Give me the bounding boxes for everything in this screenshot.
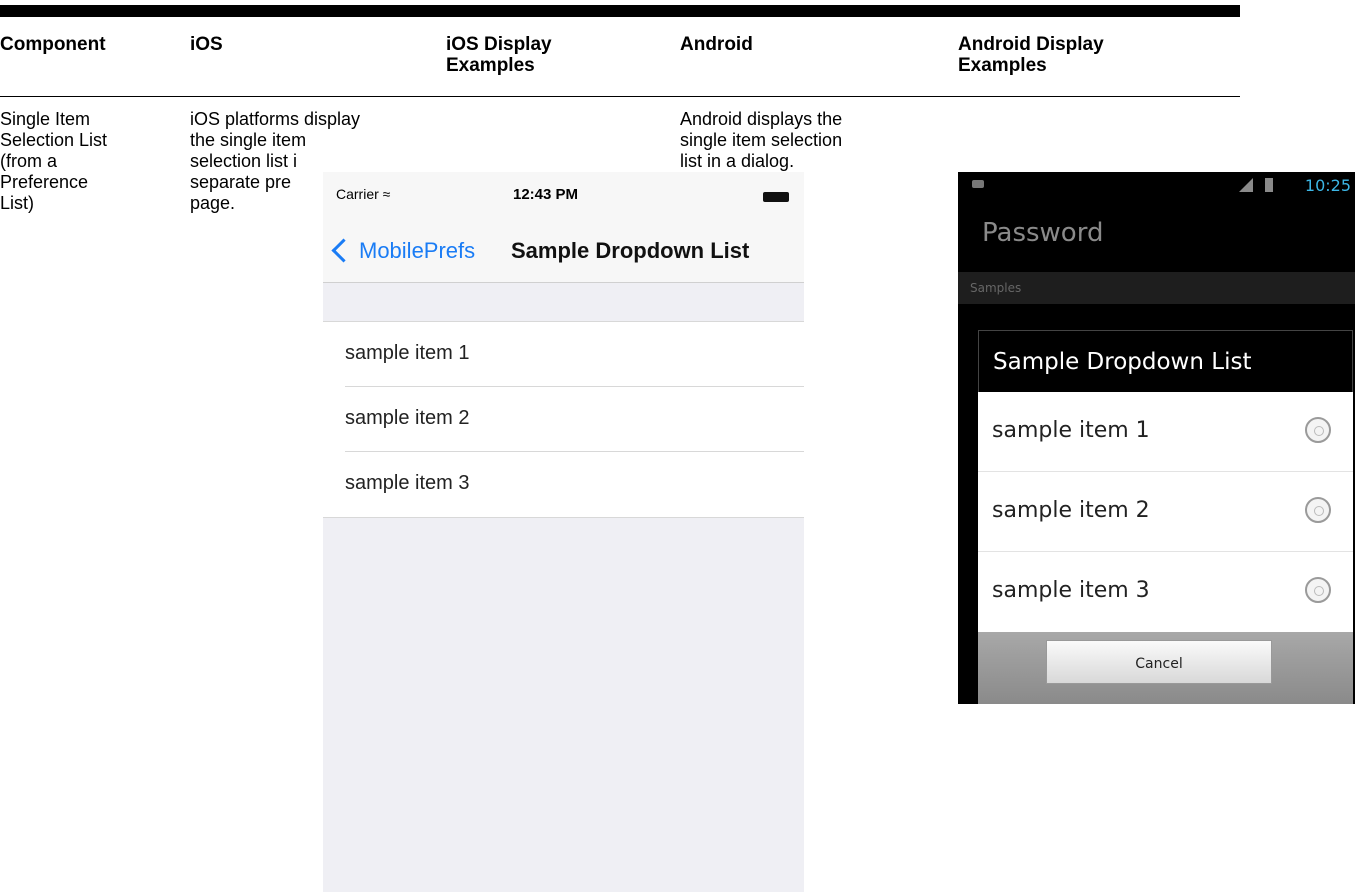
radio-button-icon[interactable] [1305,577,1331,603]
ios-screenshot: Carrier ≈ 12:43 PM MobilePrefs Sample Dr… [323,172,804,892]
header-component: Component [0,34,106,55]
ios-list-item-label: sample item 3 [345,472,470,494]
ios-description-line: the single item [190,130,307,150]
android-dialog-list: sample item 1 sample item 2 sample item … [978,392,1353,632]
header-ios-examples-text: iOS Display Examples [446,34,552,76]
signal-icon [1239,178,1253,192]
battery-icon [1265,178,1273,192]
component-line: List) [0,193,35,213]
cancel-button-label: Cancel [1135,656,1183,672]
android-dialog-footer: Cancel [978,632,1353,704]
ios-list-item[interactable]: sample item 2 [323,387,804,452]
android-section-header: Samples [958,272,1355,304]
android-list-item-label: sample item 2 [992,498,1150,523]
wifi-icon: ≈ [382,186,391,202]
android-dialog-title-bar: Sample Dropdown List [978,330,1353,392]
component-line: Preference [0,172,89,192]
header-rule [0,96,1240,97]
component-line: (from a [0,151,58,171]
radio-button-icon[interactable] [1305,417,1331,443]
android-app-title: Password [982,218,1104,248]
top-rule [0,5,1240,17]
android-list-item-label: sample item 1 [992,418,1150,443]
ios-page-title: Sample Dropdown List [511,238,750,263]
header-android-examples-text: Android Display Examples [958,34,1104,76]
header-ios-examples: iOS Display Examples [446,34,552,76]
android-dialog: Sample Dropdown List sample item 1 sampl… [978,330,1353,704]
android-section-label: Samples [970,281,1022,295]
ios-carrier: Carrier ≈ [336,186,391,202]
ios-description-line: iOS platforms display [190,109,361,129]
android-list-item[interactable]: sample item 3 [978,552,1353,632]
component-cell: Single Item Selection List (from a Prefe… [0,109,107,214]
cancel-button[interactable]: Cancel [1046,640,1272,684]
ios-list-item-label: sample item 1 [345,342,470,364]
header-android-examples: Android Display Examples [958,34,1104,76]
ios-description-line: selection list i [190,151,298,171]
ios-back-button[interactable]: MobilePrefs [359,238,475,264]
ios-list-item[interactable]: sample item 3 [323,452,804,517]
android-list-item[interactable]: sample item 2 [978,472,1353,552]
android-description-line: list in a dialog. [680,151,795,171]
android-screenshot: 10:25 Password Samples Sample Dropdown L… [958,172,1355,704]
ios-list-item[interactable]: sample item 1 [323,322,804,387]
android-list-item[interactable]: sample item 1 [978,392,1353,472]
android-dialog-title: Sample Dropdown List [993,349,1252,375]
android-time: 10:25 [1304,176,1351,195]
android-description-line: single item selection [680,130,843,150]
radio-button-icon[interactable] [1305,497,1331,523]
component-line: Single Item [0,109,91,129]
android-description-cell: Android displays the single item selecti… [680,109,842,172]
android-description-line: Android displays the [680,109,843,129]
header-ios: iOS [190,34,223,55]
header-android: Android [680,34,753,55]
component-line: Selection List [0,130,108,150]
notification-icon [972,180,984,188]
android-list-item-label: sample item 3 [992,578,1150,603]
battery-icon [763,192,789,202]
ios-list-item-label: sample item 2 [345,407,470,429]
ios-selection-list: sample item 1 sample item 2 sample item … [323,321,804,518]
ios-time: 12:43 PM [513,186,579,203]
